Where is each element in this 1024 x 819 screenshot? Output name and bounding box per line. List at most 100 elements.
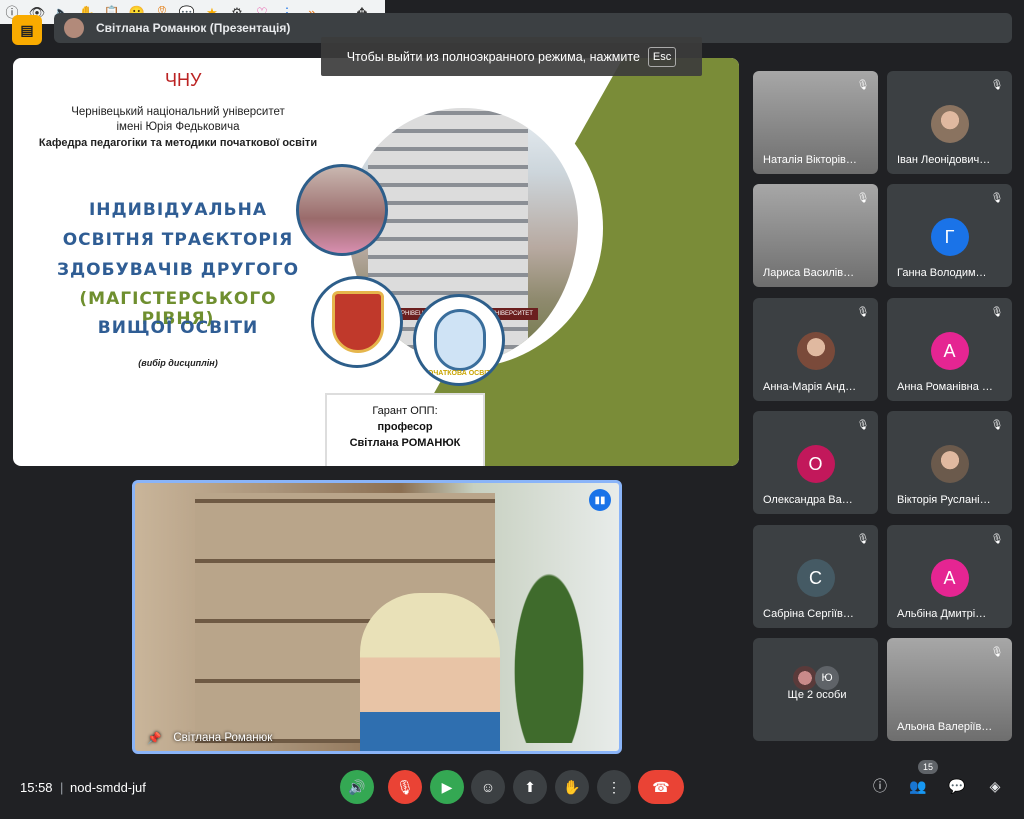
participant-tile[interactable]: С 🎙 Сабріна Сергіїв… bbox=[753, 525, 878, 628]
speaker-name: Світлана Романюк bbox=[173, 732, 273, 744]
guarantor-name: Світлана РОМАНЮК bbox=[349, 437, 461, 449]
participant-tile[interactable]: Г 🎙 Ганна Володим… bbox=[887, 184, 1012, 287]
participant-name: Наталія Вікторів… bbox=[763, 154, 857, 166]
chat-icon: 💬 bbox=[948, 777, 966, 794]
participant-avatar bbox=[796, 332, 835, 370]
faculty-emblem-image: ПОЧАТКОВА ОСВІТА bbox=[413, 294, 505, 386]
people-button[interactable]: 👥 bbox=[906, 774, 930, 798]
participant-tile[interactable]: 🎙 Анна-Марія Анд… bbox=[753, 298, 878, 401]
hangup-icon: ☎ bbox=[652, 778, 670, 795]
presentation-icon: ▤ bbox=[20, 21, 34, 38]
participant-name: Анна Романівна … bbox=[897, 381, 993, 393]
university-name-2: імені Юрія Федьковича bbox=[116, 121, 240, 133]
participant-avatar bbox=[930, 445, 969, 483]
fullscreen-exit-toast: Чтобы выйти из полноэкранного режима, на… bbox=[321, 37, 702, 76]
participant-tile[interactable]: О 🎙 Олександра Ва… bbox=[753, 411, 878, 514]
emblem-label: ПОЧАТКОВА ОСВІТА bbox=[422, 370, 496, 377]
crest-shield bbox=[332, 291, 384, 353]
participant-avatar bbox=[793, 666, 817, 690]
participant-tile[interactable]: Ю Ще 2 особи bbox=[753, 638, 878, 741]
people-icon: 👥 bbox=[909, 777, 927, 794]
participant-avatar bbox=[930, 105, 969, 143]
department-name: Кафедра педагогіки та методики початково… bbox=[38, 137, 318, 149]
mic-off-icon: 🎙 bbox=[396, 778, 414, 795]
speaking-indicator-icon: ▮▮ bbox=[589, 489, 611, 511]
participant-initial: Г bbox=[930, 218, 969, 256]
speaker-icon: 🔊 bbox=[348, 778, 366, 795]
muted-mic-icon: 🎙 bbox=[990, 193, 1004, 204]
meeting-details-button[interactable]: ⓘ bbox=[868, 774, 892, 798]
slide-title-line: ІНДИВІДУАЛЬНА bbox=[88, 200, 268, 220]
leave-call-button[interactable]: ☎ bbox=[638, 770, 684, 804]
participant-name: Ще 2 особи bbox=[787, 689, 847, 701]
guarantor-box: Гарант ОПП: професор Світлана РОМАНЮК bbox=[325, 393, 485, 466]
participant-initial: Ю bbox=[815, 666, 839, 690]
muted-mic-icon: 🎙 bbox=[856, 193, 870, 204]
toast-text: Чтобы выйти из полноэкранного режима, на… bbox=[346, 49, 640, 64]
presentation-slide: ЧЕРНІВЕЦЬКИЙ НАЦІОНАЛЬНИЙ УНІВЕРСИТЕТ ПО… bbox=[13, 58, 739, 466]
plant bbox=[489, 503, 609, 743]
participant-name: Вікторія Руслані… bbox=[897, 494, 991, 506]
microphone-button[interactable]: 🎙 bbox=[388, 770, 422, 804]
emoji-icon: ☺ bbox=[480, 779, 496, 795]
participant-tile[interactable]: А 🎙 Альбіна Дмитрі… bbox=[887, 525, 1012, 628]
participant-tile[interactable]: 🎙 Альона Валеріїв… bbox=[887, 638, 1012, 741]
muted-mic-icon: 🎙 bbox=[990, 307, 1004, 318]
participant-name: Олександра Ва… bbox=[763, 494, 853, 506]
slide-title-line: ЗДОБУВАЧІВ ДРУГОГО bbox=[56, 260, 300, 280]
camera-button[interactable]: ▶ bbox=[430, 770, 464, 804]
slide-title-line: ОСВІТНЯ ТРАЄКТОРІЯ bbox=[62, 230, 294, 250]
muted-mic-icon: 🎙 bbox=[856, 307, 870, 318]
participant-tile[interactable]: 🎙 Вікторія Руслані… bbox=[887, 411, 1012, 514]
present-button[interactable]: ⬆ bbox=[513, 770, 547, 804]
slide-title-line: ВИЩОЇ ОСВІТИ bbox=[97, 318, 259, 338]
muted-mic-icon: 🎙 bbox=[990, 80, 1004, 91]
more-vert-icon: ⋮ bbox=[607, 778, 621, 795]
participant-name: Іван Леонідович… bbox=[897, 154, 991, 166]
muted-mic-icon: 🎙 bbox=[856, 80, 870, 91]
muted-mic-icon: 🎙 bbox=[990, 647, 1004, 658]
muted-mic-icon: 🎙 bbox=[990, 534, 1004, 545]
muted-mic-icon: 🎙 bbox=[990, 420, 1004, 431]
emblem-shield bbox=[434, 309, 486, 371]
crest-image bbox=[311, 276, 403, 368]
activities-button[interactable]: ◈ bbox=[983, 774, 1007, 798]
muted-mic-icon: 🎙 bbox=[856, 420, 870, 431]
university-name: Чернівецький національний університет bbox=[71, 106, 285, 118]
meeting-control-bar: 15:58 | nod-smdd-juf 🔊 🎙 ▶ ☺ ⬆ ✋ ⋮ ☎ ⓘ 👥… bbox=[0, 756, 1024, 819]
participant-name: Альона Валеріїв… bbox=[897, 721, 993, 733]
participant-name: Сабріна Сергіїв… bbox=[763, 608, 854, 620]
participant-name: Альбіна Дмитрі… bbox=[897, 608, 987, 620]
reactions-button[interactable]: ☺ bbox=[471, 770, 505, 804]
raised-hand-indicator[interactable]: ▤ bbox=[12, 15, 42, 45]
chat-button[interactable]: 💬 bbox=[945, 774, 969, 798]
more-options-button[interactable]: ⋮ bbox=[597, 770, 631, 804]
participant-initial: А bbox=[930, 559, 969, 597]
muted-mic-icon: 🎙 bbox=[856, 534, 870, 545]
activities-icon: ◈ bbox=[989, 777, 1001, 794]
audio-output-button[interactable]: 🔊 bbox=[340, 770, 374, 804]
meeting-time: 15:58 bbox=[20, 780, 53, 795]
speaker-nameplate: 📌 Світлана Романюк bbox=[147, 731, 272, 745]
guarantor-title: професор bbox=[377, 421, 433, 433]
esc-key: Esc bbox=[647, 46, 677, 67]
info-icon: ⓘ bbox=[873, 778, 887, 794]
speaker-figure bbox=[360, 593, 500, 751]
auditorium-photo bbox=[296, 164, 388, 256]
participant-name: Анна-Марія Анд… bbox=[763, 381, 857, 393]
raise-hand-button[interactable]: ✋ bbox=[555, 770, 589, 804]
present-icon: ⬆ bbox=[524, 778, 536, 795]
active-speaker-video[interactable]: ▮▮ 📌 Світлана Романюк bbox=[132, 480, 622, 754]
camera-icon: ▶ bbox=[441, 778, 453, 795]
meeting-code: nod-smdd-juf bbox=[70, 780, 146, 795]
participant-tile[interactable]: 🎙 Лариса Василів… bbox=[753, 184, 878, 287]
participant-tile[interactable]: 🎙 Іван Леонідович… bbox=[887, 71, 1012, 174]
participant-name: Лариса Василів… bbox=[763, 267, 855, 279]
participant-tile[interactable]: 🎙 Наталія Вікторів… bbox=[753, 71, 878, 174]
participant-tile[interactable]: А 🎙 Анна Романівна … bbox=[887, 298, 1012, 401]
pin-icon[interactable]: 📌 bbox=[147, 731, 161, 745]
participant-initial: О bbox=[796, 445, 835, 483]
separator: | bbox=[60, 780, 64, 795]
hand-icon: ✋ bbox=[563, 778, 581, 795]
participant-name: Ганна Володим… bbox=[897, 267, 987, 279]
